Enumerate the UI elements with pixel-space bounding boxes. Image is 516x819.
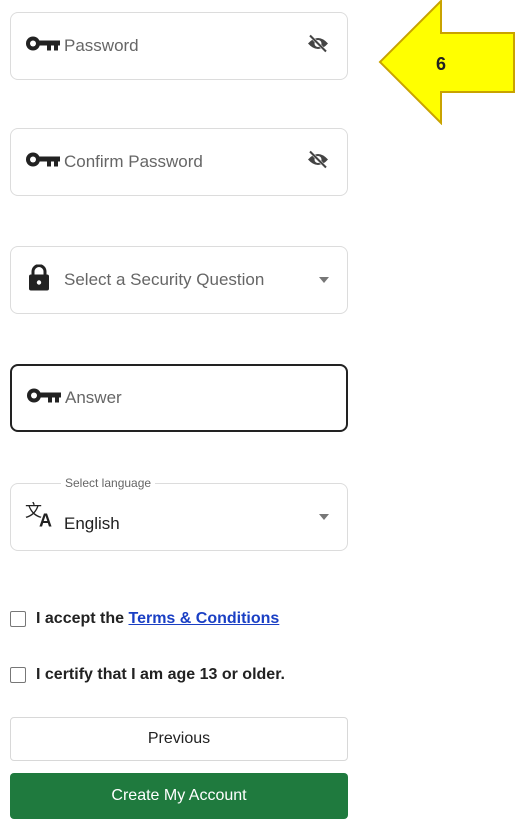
language-value: English xyxy=(64,513,120,533)
security-question-placeholder: Select a Security Question xyxy=(64,270,265,289)
terms-prefix: I accept the xyxy=(36,610,129,627)
callout-number: 6 xyxy=(436,54,446,74)
key-icon xyxy=(26,387,62,410)
password-field[interactable]: Password xyxy=(10,12,348,80)
password-placeholder: Password xyxy=(64,36,139,55)
terms-row: I accept the Terms & Conditions xyxy=(10,610,279,628)
key-icon xyxy=(25,151,61,174)
key-icon xyxy=(25,35,61,58)
eye-off-icon[interactable] xyxy=(307,34,329,58)
callout-arrow: 6 xyxy=(378,0,515,125)
age-checkbox[interactable] xyxy=(10,667,26,683)
security-question-select[interactable]: Select a Security Question xyxy=(10,246,348,314)
translate-icon: 文A xyxy=(25,501,59,534)
eye-off-icon[interactable] xyxy=(307,150,329,174)
terms-label: I accept the Terms & Conditions xyxy=(36,610,279,628)
lock-icon xyxy=(29,264,49,296)
svg-text:A: A xyxy=(39,511,52,529)
terms-checkbox[interactable] xyxy=(10,611,26,627)
confirm-password-field[interactable]: Confirm Password xyxy=(10,128,348,196)
language-select[interactable]: Select language 文A English xyxy=(10,476,348,551)
age-label: I certify that I am age 13 or older. xyxy=(36,666,285,683)
chevron-down-icon xyxy=(319,514,329,520)
language-legend: Select language xyxy=(61,476,156,490)
answer-placeholder: Answer xyxy=(65,388,122,407)
previous-button[interactable]: Previous xyxy=(10,717,348,761)
confirm-password-placeholder: Confirm Password xyxy=(64,152,203,171)
answer-field[interactable]: Answer xyxy=(10,364,348,432)
age-row: I certify that I am age 13 or older. xyxy=(10,666,285,684)
terms-link[interactable]: Terms & Conditions xyxy=(128,610,279,627)
create-account-button[interactable]: Create My Account xyxy=(10,773,348,819)
chevron-down-icon xyxy=(319,277,329,283)
